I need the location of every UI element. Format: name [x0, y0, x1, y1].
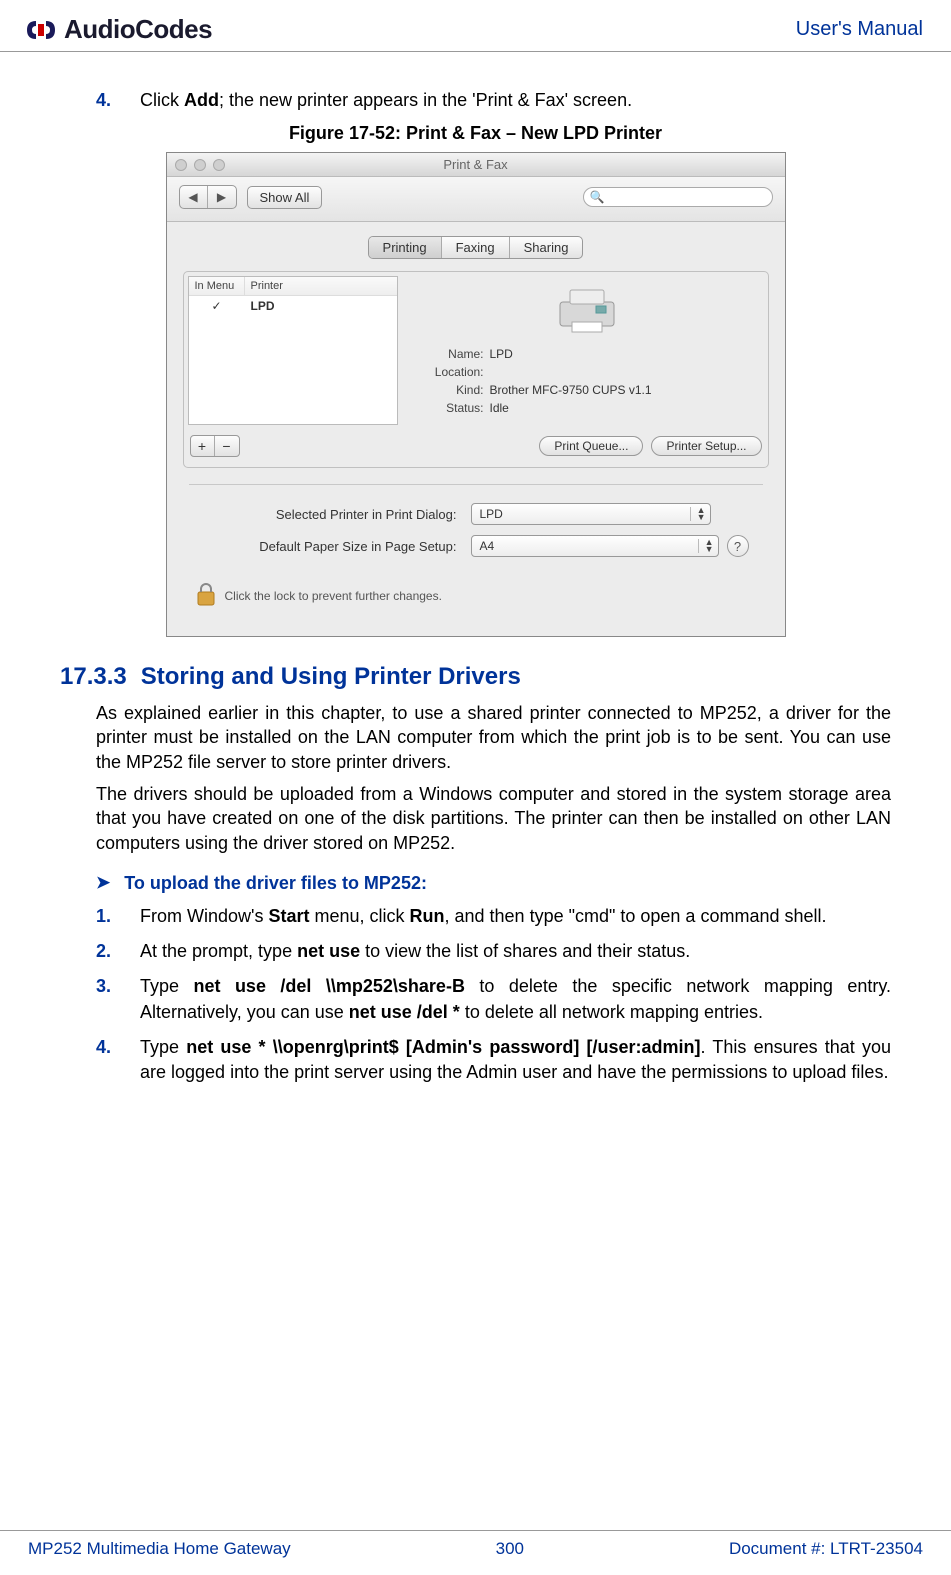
label-location: Location:	[418, 365, 490, 379]
selected-printer-row: Selected Printer in Print Dialog: LPD ▲▼	[203, 485, 749, 525]
label-name: Name:	[418, 347, 490, 361]
tab-sharing[interactable]: Sharing	[510, 237, 583, 258]
footer-page-number: 300	[496, 1539, 524, 1559]
default-paper-select[interactable]: A4 ▲▼	[471, 535, 719, 557]
close-icon[interactable]	[175, 159, 187, 171]
step-number: 1.	[96, 904, 116, 929]
step-number: 4.	[96, 88, 116, 113]
zoom-icon[interactable]	[213, 159, 225, 171]
page-header: AudioCodes User's Manual	[0, 0, 951, 52]
step-4: 4. Click Add; the new printer appears in…	[96, 88, 891, 113]
step-3: 3. Type net use /del \\mp252\share-B to …	[96, 974, 891, 1024]
step-1: 1. From Window's Start menu, click Run, …	[96, 904, 891, 929]
value-status: Idle	[490, 401, 756, 415]
selected-printer-select[interactable]: LPD ▲▼	[471, 503, 711, 525]
figure-wrap: Print & Fax ◀ ▶ Show All 🔍 Printing Faxi…	[60, 152, 891, 637]
show-all-button[interactable]: Show All	[247, 186, 323, 209]
list-item[interactable]: ✓ LPD	[189, 296, 397, 316]
back-button[interactable]: ◀	[180, 186, 208, 208]
label-status: Status:	[418, 401, 490, 415]
figure-caption: Figure 17-52: Print & Fax – New LPD Prin…	[60, 123, 891, 144]
print-queue-button[interactable]: Print Queue...	[539, 436, 643, 456]
traffic-lights	[175, 159, 225, 171]
page-content: 4. Click Add; the new printer appears in…	[0, 52, 951, 1085]
lock-text: Click the lock to prevent further change…	[225, 589, 442, 603]
printer-icon	[418, 284, 756, 339]
logo-text: AudioCodes	[64, 14, 212, 45]
step-text: From Window's Start menu, click Run, and…	[140, 904, 827, 929]
tab-faxing[interactable]: Faxing	[442, 237, 510, 258]
add-remove-buttons: + −	[190, 435, 240, 457]
section-title: Storing and Using Printer Drivers	[141, 663, 521, 691]
audiocodes-logo-icon	[24, 16, 58, 44]
toolbar: ◀ ▶ Show All 🔍	[167, 177, 785, 222]
minimize-icon[interactable]	[194, 159, 206, 171]
manual-title: User's Manual	[796, 18, 923, 41]
paragraph: The drivers should be uploaded from a Wi…	[96, 782, 891, 855]
default-paper-label: Default Paper Size in Page Setup:	[203, 539, 463, 554]
lock-row: Click the lock to prevent further change…	[183, 557, 769, 620]
printer-panel: In Menu Printer ✓ LPD	[183, 271, 769, 468]
step-2: 2. At the prompt, type net use to view t…	[96, 939, 891, 964]
step-4b: 4. Type net use * \\openrg\print$ [Admin…	[96, 1035, 891, 1085]
printer-details: Name: LPD Location: Kind: Brother MFC-97…	[410, 276, 764, 425]
procedure-heading: ➤ To upload the driver files to MP252:	[96, 873, 891, 894]
printer-name: LPD	[245, 299, 397, 313]
step-number: 4.	[96, 1035, 116, 1085]
lock-icon[interactable]	[195, 581, 217, 610]
page-footer: MP252 Multimedia Home Gateway 300 Docume…	[0, 1530, 951, 1559]
paragraph: As explained earlier in this chapter, to…	[96, 701, 891, 774]
col-inmenu: In Menu	[189, 277, 245, 295]
printer-list: In Menu Printer ✓ LPD	[188, 276, 398, 425]
mac-window: Print & Fax ◀ ▶ Show All 🔍 Printing Faxi…	[166, 152, 786, 637]
section-heading: 17.3.3 Storing and Using Printer Drivers	[60, 663, 891, 691]
value-kind: Brother MFC-9750 CUPS v1.1	[490, 383, 756, 397]
tabs: Printing Faxing Sharing	[183, 236, 769, 259]
step-text: Type net use * \\openrg\print$ [Admin's …	[140, 1035, 891, 1085]
checkmark-icon: ✓	[189, 299, 245, 313]
footer-right: Document #: LTRT-23504	[729, 1539, 923, 1559]
mac-titlebar: Print & Fax	[167, 153, 785, 177]
chevron-updown-icon: ▲▼	[690, 507, 706, 521]
section-number: 17.3.3	[60, 663, 127, 691]
logo: AudioCodes	[24, 14, 212, 45]
nav-buttons: ◀ ▶	[179, 185, 237, 209]
triangle-icon: ➤	[96, 873, 110, 893]
search-icon: 🔍	[590, 190, 605, 204]
value-name: LPD	[490, 347, 756, 361]
col-printer: Printer	[245, 277, 397, 295]
forward-button[interactable]: ▶	[208, 186, 236, 208]
step-number: 2.	[96, 939, 116, 964]
window-body: Printing Faxing Sharing In Menu Printer	[167, 222, 785, 636]
help-button[interactable]: ?	[727, 535, 749, 557]
default-paper-row: Default Paper Size in Page Setup: A4 ▲▼ …	[203, 525, 749, 557]
remove-button[interactable]: −	[215, 436, 239, 456]
printer-setup-button[interactable]: Printer Setup...	[651, 436, 761, 456]
step-text: At the prompt, type net use to view the …	[140, 939, 690, 964]
search-input[interactable]: 🔍	[583, 187, 773, 207]
step-text: Type net use /del \\mp252\share-B to del…	[140, 974, 891, 1024]
footer-left: MP252 Multimedia Home Gateway	[28, 1539, 291, 1559]
procedure-title: To upload the driver files to MP252:	[124, 873, 427, 894]
add-button[interactable]: +	[191, 436, 215, 456]
step-text: Click Add; the new printer appears in th…	[140, 88, 632, 113]
step-number: 3.	[96, 974, 116, 1024]
label-kind: Kind:	[418, 383, 490, 397]
tab-printing[interactable]: Printing	[369, 237, 442, 258]
selected-printer-label: Selected Printer in Print Dialog:	[203, 507, 463, 522]
chevron-updown-icon: ▲▼	[698, 539, 714, 553]
value-location	[490, 365, 756, 379]
window-title: Print & Fax	[167, 157, 785, 172]
